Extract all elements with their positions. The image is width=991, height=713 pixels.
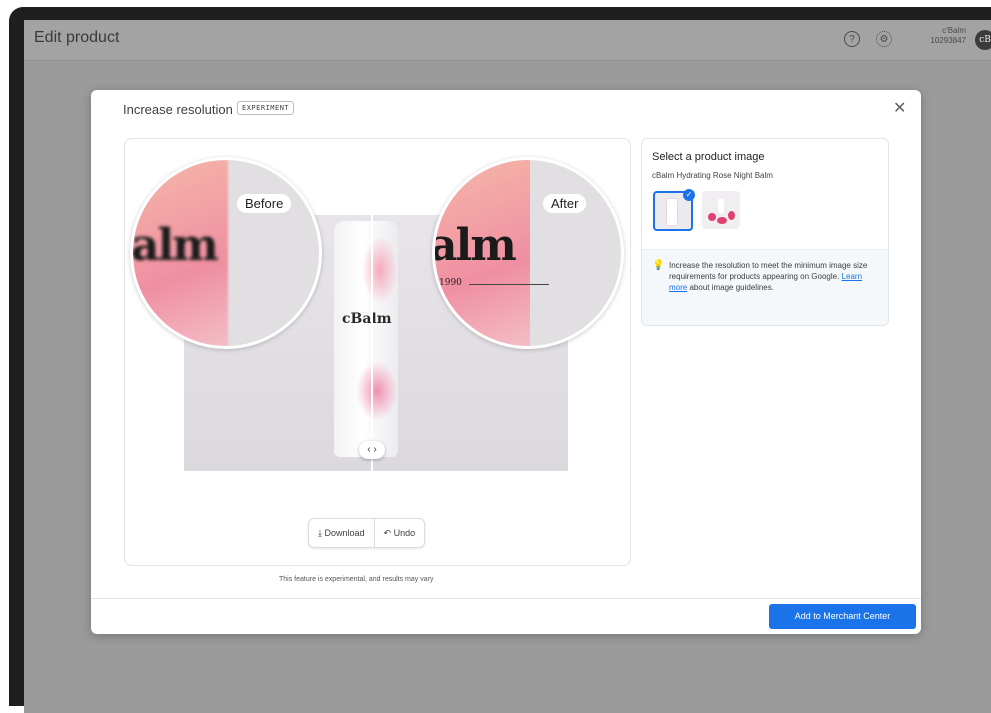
after-label: After xyxy=(543,194,587,213)
lightbulb-icon: 💡 xyxy=(652,260,665,271)
before-magnifier: alm Before xyxy=(130,157,322,349)
magnified-text-after: alm xyxy=(432,220,517,271)
undo-label: Undo xyxy=(393,528,416,538)
magnified-text-before: alm xyxy=(131,220,219,271)
petal xyxy=(728,211,735,220)
mini-jar xyxy=(718,199,724,213)
top-bar: Edit product ? ⚙ c'Balm 10293847 cB xyxy=(24,20,991,61)
thumbnail-selected[interactable]: ✓ xyxy=(653,189,695,231)
footer-divider xyxy=(91,598,921,599)
avatar[interactable]: cB xyxy=(975,30,991,50)
undo-button[interactable]: ↶ Undo xyxy=(375,519,425,547)
image-selector-panel: Select a product image cBalm Hydrating R… xyxy=(641,138,889,326)
image-comparison-viewer: cBalm ‹ › alm Before alm 1990 After ⤓ Do… xyxy=(124,138,631,566)
magnified-year: 1990 xyxy=(439,278,462,288)
undo-icon: ↶ xyxy=(383,528,392,538)
account-info[interactable]: c'Balm 10293847 xyxy=(922,26,966,46)
help-circle-icon[interactable]: ? xyxy=(844,31,860,47)
gear-icon[interactable]: ⚙ xyxy=(876,31,892,47)
experiment-badge: EXPERIMENT xyxy=(237,101,295,115)
download-icon: ⤓ xyxy=(318,528,322,538)
before-label: Before xyxy=(237,194,292,213)
tube-logo: cBalm xyxy=(342,311,392,327)
resolution-info: 💡 Increase the resolution to meet the mi… xyxy=(642,249,888,325)
info-text-part2: about image guidelines. xyxy=(689,283,774,292)
selector-title: Select a product image xyxy=(652,151,765,163)
thumbnail-alternate[interactable] xyxy=(702,191,740,229)
increase-resolution-dialog: Increase resolution EXPERIMENT ✕ cBalm ‹… xyxy=(91,90,921,634)
dialog-title: Increase resolution xyxy=(123,102,233,117)
product-name: cBalm Hydrating Rose Night Balm xyxy=(652,171,773,180)
year-rule xyxy=(469,284,549,285)
download-button[interactable]: ⤓ Download xyxy=(309,519,374,547)
download-label: Download xyxy=(324,528,365,538)
page-title: Edit product xyxy=(34,29,120,46)
account-name: c'Balm xyxy=(942,26,966,35)
petal xyxy=(708,213,716,221)
tube-pink-accent xyxy=(362,235,398,305)
account-id: 10293847 xyxy=(930,36,966,45)
info-text-part1: Increase the resolution to meet the mini… xyxy=(669,261,868,281)
comparison-slider-handle[interactable]: ‹ › xyxy=(359,441,385,459)
tube-pink-splash xyxy=(356,361,398,421)
mini-tube xyxy=(667,199,677,225)
viewer-actions: ⤓ Download ↶ Undo xyxy=(308,518,426,548)
experimental-disclaimer: This feature is experimental, and result… xyxy=(279,576,434,583)
comparison-divider[interactable] xyxy=(371,215,373,471)
close-icon[interactable]: ✕ xyxy=(893,98,906,118)
check-icon: ✓ xyxy=(683,189,695,201)
info-text: Increase the resolution to meet the mini… xyxy=(669,260,881,293)
petal xyxy=(717,217,727,224)
product-tube: cBalm xyxy=(334,221,398,457)
after-magnifier: alm 1990 After xyxy=(432,157,624,349)
add-to-merchant-center-button[interactable]: Add to Merchant Center xyxy=(769,604,916,629)
